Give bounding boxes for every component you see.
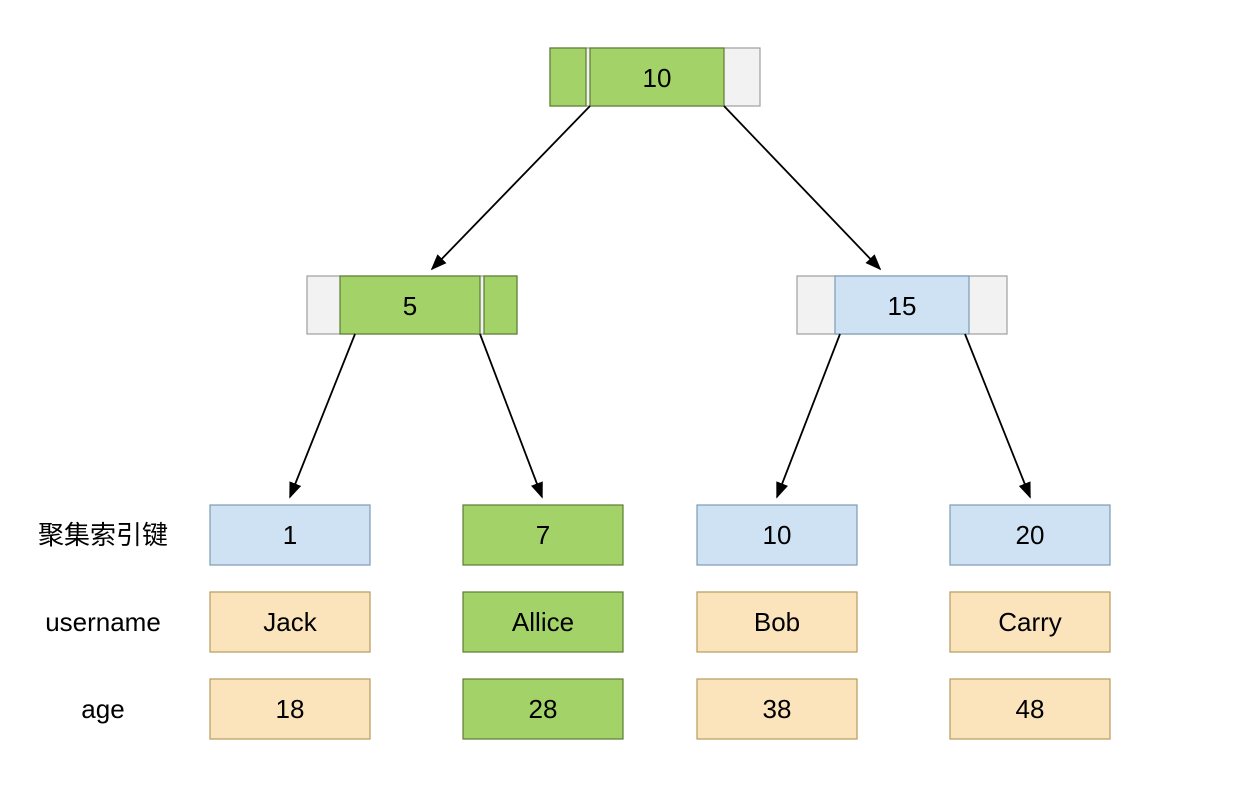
leaf3-age: 38 [763,694,792,724]
row-label-username: username [45,607,161,637]
leaf4-key: 20 [1016,520,1045,550]
row-label-age: age [81,694,124,724]
leaf4-username: Carry [998,607,1062,637]
leaf1-key: 1 [283,520,297,550]
internal-left-value: 5 [403,291,417,321]
edge-root-right [724,106,880,269]
edge-l-r [480,334,542,497]
leaf2-age: 28 [529,694,558,724]
edge-r-l [777,334,840,497]
leaf-node-1: 1 Jack 18 [210,505,370,739]
leaf3-key: 10 [763,520,792,550]
leaf-node-4: 20 Carry 48 [950,505,1110,739]
leaf-node-2: 7 Allice 28 [463,505,623,739]
internal-node-right: 15 [797,276,1007,334]
leaf-node-3: 10 Bob 38 [697,505,857,739]
edge-root-left [432,106,590,269]
leaf4-age: 48 [1016,694,1045,724]
edge-l-l [290,334,355,497]
leaf3-username: Bob [754,607,800,637]
root-value: 10 [643,63,672,93]
edge-r-r [965,334,1030,497]
internal-node-left: 5 [307,276,517,334]
btree-diagram: 10 5 15 聚集索引键 username age 1 Jack 18 7 A… [0,0,1248,788]
leaf1-username: Jack [263,607,317,637]
root-node: 10 [550,48,760,106]
internal-right-value: 15 [888,291,917,321]
leaf2-key: 7 [536,520,550,550]
leaf2-username: Allice [512,607,574,637]
leaf1-age: 18 [276,694,305,724]
row-label-key: 聚集索引键 [38,520,168,550]
